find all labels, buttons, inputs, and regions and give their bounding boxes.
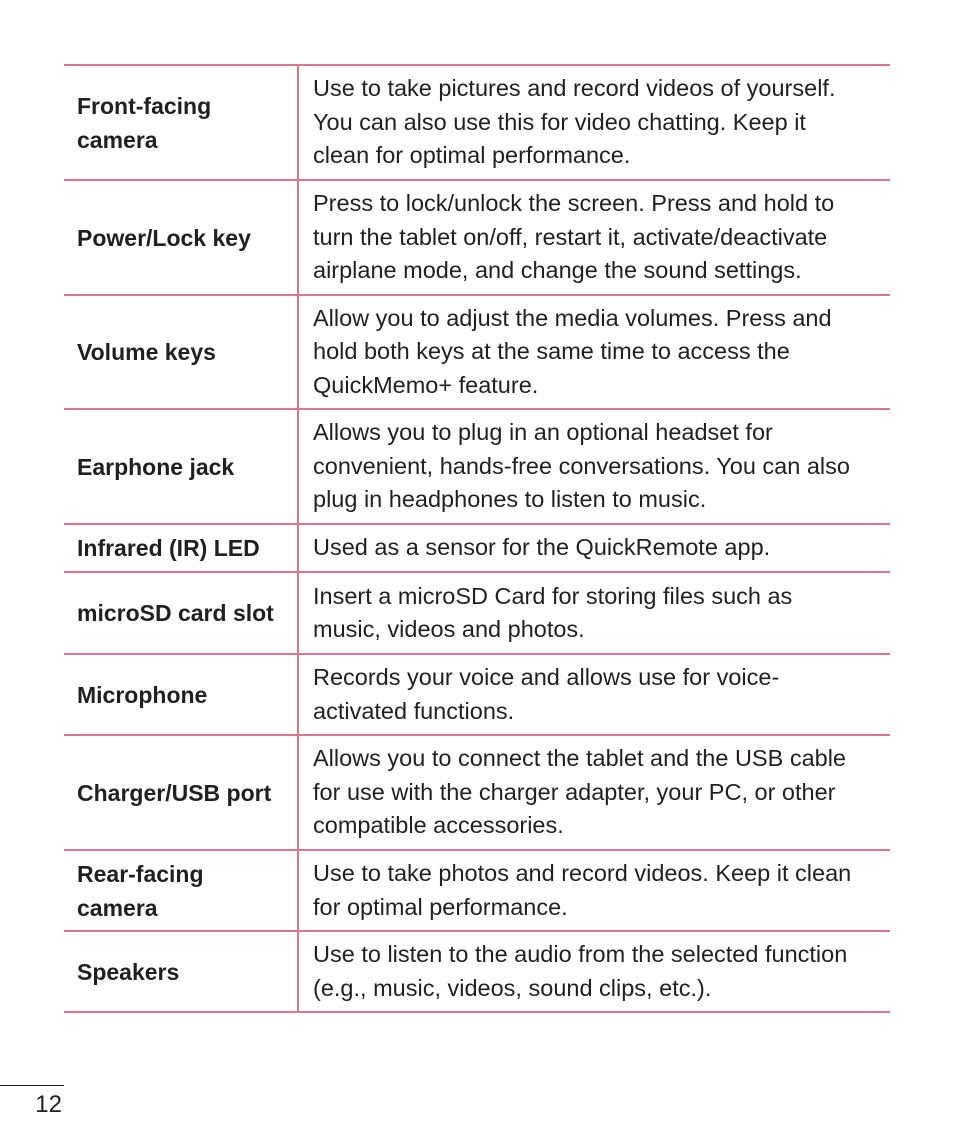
description-line: clean for optimal performance. — [313, 142, 631, 169]
part-description: Use to take photos and record videos. Ke… — [299, 851, 890, 930]
description-line: turn the tablet on/off, restart it, acti… — [313, 223, 828, 250]
part-name: Power/Lock key — [64, 181, 299, 294]
description-line: for use with the charger adapter, your P… — [313, 778, 836, 805]
description-line: Records your voice and allows use for vo… — [313, 664, 780, 690]
device-parts-table: Front-facing camera Use to take pictures a… — [64, 64, 890, 1013]
part-name: Charger/USB port — [64, 736, 299, 849]
part-name: Rear-facing camera — [64, 851, 299, 930]
part-name: microSD card slot — [64, 573, 299, 653]
table-row: microSD card slot Insert a microSD Card f… — [64, 573, 890, 655]
part-name: Front-facing camera — [64, 66, 299, 179]
part-description: Press to lock/unlock the screen. Press a… — [299, 181, 890, 294]
part-name-line: Volume keys — [77, 339, 216, 365]
description-line: hold both keys at the same time to acces… — [313, 338, 790, 365]
part-description: Records your voice and allows use for vo… — [299, 655, 890, 734]
table-row: Infrared (IR) LED Used as a sensor for th… — [64, 525, 890, 573]
part-name-line: camera — [77, 126, 158, 153]
part-description: Used as a sensor for the QuickRemote app… — [299, 525, 890, 571]
description-line: compatible accessories. — [313, 812, 564, 839]
description-line: music, videos and photos. — [313, 616, 585, 642]
part-description: Allows you to connect the tablet and the… — [299, 736, 890, 849]
description-line: for optimal performance. — [313, 893, 568, 920]
description-line: convenient, hands-free conversations. Yo… — [313, 452, 850, 479]
part-name-line: Infrared (IR) LED — [77, 535, 260, 561]
part-name-line: Microphone — [77, 681, 208, 708]
part-name: Microphone — [64, 655, 299, 734]
part-name: Earphone jack — [64, 410, 299, 523]
part-name-line: camera — [77, 894, 158, 921]
description-line: Used as a sensor for the QuickRemote app… — [313, 534, 771, 561]
description-line: Allow you to adjust the media volumes. P… — [313, 304, 832, 331]
description-line: Use to take pictures and record videos o… — [313, 75, 836, 102]
part-name-line: Front-facing — [77, 92, 212, 119]
part-name-line: Speakers — [77, 958, 180, 985]
description-line: Insert a microSD Card for storing files … — [313, 582, 793, 609]
part-name: Infrared (IR) LED — [64, 525, 299, 571]
description-line: QuickMemo+ feature. — [313, 371, 539, 398]
page-number: 12 — [35, 1091, 62, 1118]
table-row: Earphone jack Allows you to plug in an op… — [64, 410, 890, 525]
part-description: Use to listen to the audio from the sele… — [299, 932, 890, 1011]
table-row: Volume keys Allow you to adjust the media… — [64, 296, 890, 410]
part-name-line: microSD card slot — [77, 600, 274, 626]
description-line: (e.g., music, videos, sound clips, etc.)… — [313, 974, 712, 1001]
description-line: plug in headphones to listen to music. — [313, 486, 707, 513]
description-line: Press to lock/unlock the screen. Press a… — [313, 190, 835, 217]
table-row: Front-facing camera Use to take pictures a… — [64, 66, 890, 181]
table-row: Rear-facing camera Use to take photos and … — [64, 851, 890, 932]
description-line: Allows you to plug in an optional headse… — [313, 419, 773, 446]
table-row: Microphone Records your voice and allows … — [64, 655, 890, 736]
page-number-rule — [0, 1085, 64, 1086]
part-name-line: Charger/USB port — [77, 779, 272, 806]
description-line: You can also use this for video chatting… — [313, 108, 806, 135]
part-name-line: Earphone jack — [77, 453, 235, 480]
part-description: Use to take pictures and record videos o… — [299, 66, 890, 179]
description-line: Allows you to connect the tablet and the… — [313, 745, 846, 772]
part-description: Allows you to plug in an optional headse… — [299, 410, 890, 523]
description-line: Use to listen to the audio from the sele… — [313, 941, 848, 967]
description-line: airplane mode, and change the sound sett… — [313, 257, 802, 284]
table-row: Power/Lock key Press to lock/unlock the s… — [64, 181, 890, 296]
part-name-line: Rear-facing — [77, 860, 204, 887]
part-name: Speakers — [64, 932, 299, 1011]
part-name: Volume keys — [64, 296, 299, 408]
description-line: Use to take photos and record videos. Ke… — [313, 860, 852, 886]
description-line: activated functions. — [313, 697, 515, 724]
part-description: Insert a microSD Card for storing files … — [299, 573, 890, 653]
part-description: Allow you to adjust the media volumes. P… — [299, 296, 890, 408]
table-row: Speakers Use to listen to the audio from … — [64, 932, 890, 1013]
table-row: Charger/USB port Allows you to connect th… — [64, 736, 890, 851]
part-name-line: Power/Lock key — [77, 224, 251, 251]
